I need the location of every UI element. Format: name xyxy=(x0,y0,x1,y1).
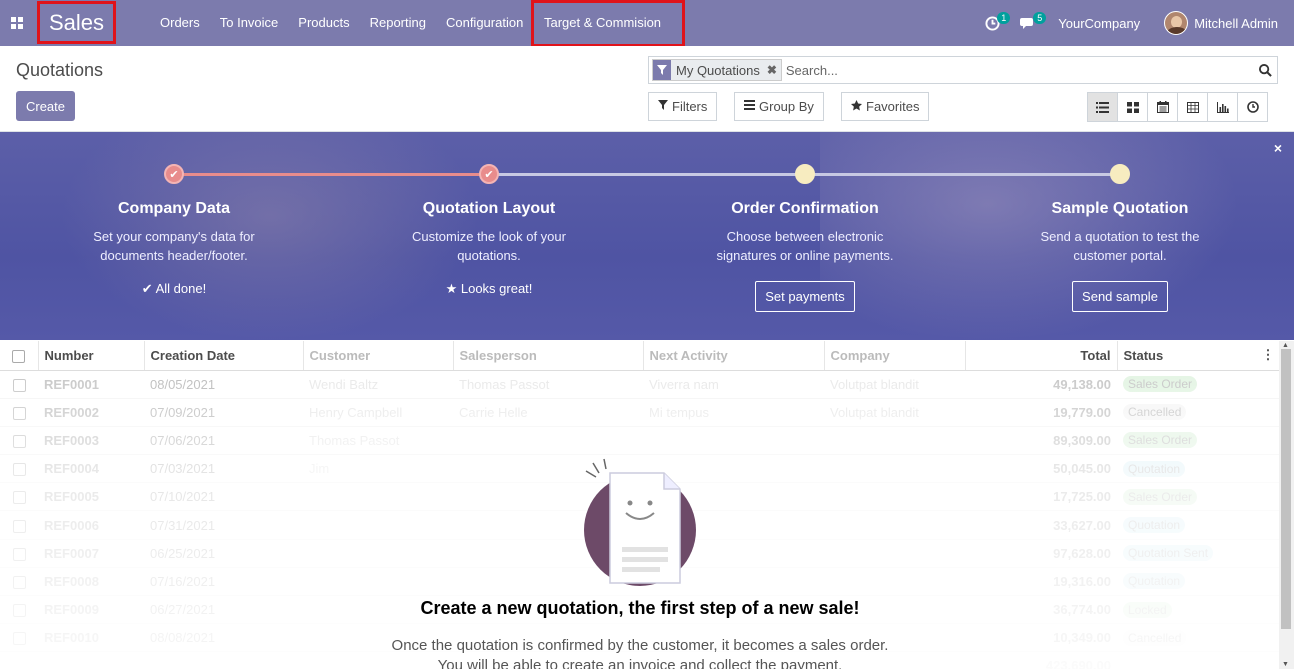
vertical-scrollbar[interactable]: ▲ ▼ xyxy=(1279,341,1294,669)
col-number[interactable]: Number xyxy=(38,341,145,371)
calendar-view-icon[interactable] xyxy=(1147,92,1178,122)
search-bar: My Quotations ✖ xyxy=(648,56,1278,84)
activity-view-icon[interactable] xyxy=(1237,92,1268,122)
filter-icon xyxy=(653,60,671,80)
search-icon[interactable] xyxy=(1253,63,1277,77)
step-title[interactable]: Sample Quotation xyxy=(990,200,1250,218)
col-next-activity[interactable]: Next Activity xyxy=(643,341,825,371)
star-icon: ★ xyxy=(445,281,461,296)
favorites-label: Favorites xyxy=(866,99,920,114)
col-status[interactable]: Status ⋮ xyxy=(1117,341,1279,371)
step-company-data: Company Data Set your company's data for… xyxy=(44,200,304,297)
helper-text: Once the quotation is confirmed by the c… xyxy=(391,637,889,669)
step-done: ✔ All done! xyxy=(141,281,207,296)
filters-button[interactable]: Filters xyxy=(648,92,718,121)
helper-title: Create a new quotation, the first step o… xyxy=(420,598,860,618)
step-description: Send a quotation to test the customer po… xyxy=(1040,229,1200,263)
step-done: ★ Looks great! xyxy=(445,281,533,296)
col-company[interactable]: Company xyxy=(824,341,966,371)
table-header: Number Creation Date Customer Salesperso… xyxy=(0,341,1279,371)
create-button[interactable]: Create xyxy=(16,91,75,121)
facet-label: My Quotations xyxy=(676,62,760,78)
search-input[interactable] xyxy=(781,62,1253,78)
app-brand[interactable]: Sales xyxy=(37,1,116,44)
menu-target-commission[interactable]: Target & Commision xyxy=(531,0,685,47)
filters-label: Filters xyxy=(672,99,708,114)
progress-line-done xyxy=(174,173,489,176)
step-description: Choose between electronic signatures or … xyxy=(716,229,894,263)
menu-configuration[interactable]: Configuration xyxy=(436,0,533,46)
messaging-menu[interactable]: 5 xyxy=(1010,0,1047,46)
step-order-confirmation: Order Confirmation Choose between electr… xyxy=(675,200,935,312)
set-payments-button[interactable]: Set payments xyxy=(755,281,855,312)
step-title[interactable]: Quotation Layout xyxy=(359,200,619,218)
filter-icon xyxy=(658,100,668,113)
step-quotation-layout: Quotation Layout Customize the look of y… xyxy=(359,200,619,297)
step-sample-quotation: Sample Quotation Send a quotation to tes… xyxy=(990,200,1250,312)
menu-orders[interactable]: Orders xyxy=(150,0,210,46)
star-icon xyxy=(851,99,862,114)
step-description: Set your company's data for documents he… xyxy=(93,229,255,263)
page-title: Quotations xyxy=(16,60,104,80)
menu-reporting[interactable]: Reporting xyxy=(360,0,436,46)
list-view-icon[interactable] xyxy=(1087,92,1118,122)
view-switcher xyxy=(1087,92,1268,122)
group-by-label: Group By xyxy=(759,99,814,114)
step-4-dot-icon xyxy=(1110,164,1130,184)
step-title[interactable]: Company Data xyxy=(44,200,304,218)
step-title[interactable]: Order Confirmation xyxy=(675,200,935,218)
check-icon: ✔ xyxy=(141,281,156,296)
step-description: Customize the look of your quotations. xyxy=(412,229,566,263)
step-3-dot-icon xyxy=(795,164,815,184)
company-switcher[interactable]: YourCompany xyxy=(1046,0,1154,46)
scroll-up-icon[interactable]: ▲ xyxy=(1282,342,1289,349)
control-panel: Quotations Create My Quotations ✖ Filter… xyxy=(0,46,1294,132)
group-by-button[interactable]: Group By xyxy=(734,92,824,121)
close-icon[interactable]: × xyxy=(1274,140,1282,156)
select-all-checkbox[interactable] xyxy=(0,341,39,371)
column-options-icon[interactable]: ⋮ xyxy=(1262,347,1275,363)
avatar xyxy=(1164,11,1189,35)
col-creation-date[interactable]: Creation Date xyxy=(144,341,304,371)
search-facet: My Quotations ✖ xyxy=(652,59,782,81)
scroll-thumb[interactable] xyxy=(1281,349,1291,629)
apps-menu-icon[interactable] xyxy=(0,0,34,46)
col-salesperson[interactable]: Salesperson xyxy=(453,341,644,371)
menu-products[interactable]: Products xyxy=(288,0,359,46)
menu-to-invoice[interactable]: To Invoice xyxy=(210,0,289,46)
bars-icon xyxy=(744,100,755,113)
send-sample-button[interactable]: Send sample xyxy=(1072,281,1168,312)
user-menu[interactable]: Mitchell Admin xyxy=(1154,0,1294,46)
pivot-view-icon[interactable] xyxy=(1177,92,1208,122)
messages-badge: 5 xyxy=(1033,12,1047,24)
activity-menu[interactable]: 1 xyxy=(975,0,1011,46)
activity-badge: 1 xyxy=(997,12,1011,24)
col-total[interactable]: Total xyxy=(965,341,1118,371)
top-navbar: Sales Orders To Invoice Products Reporti… xyxy=(0,0,1294,47)
scroll-down-icon[interactable]: ▼ xyxy=(1282,661,1289,668)
systray: 1 5 YourCompany Mitchell Admin xyxy=(975,0,1294,46)
step-2-check-icon: ✔ xyxy=(479,164,499,184)
kanban-view-icon[interactable] xyxy=(1117,92,1148,122)
document-smiley-icon xyxy=(584,458,696,586)
graph-view-icon[interactable] xyxy=(1207,92,1238,122)
onboarding-banner: × ✔ ✔ Company Data Set your company's da… xyxy=(0,132,1294,340)
col-customer[interactable]: Customer xyxy=(303,341,454,371)
step-1-check-icon: ✔ xyxy=(164,164,184,184)
user-name: Mitchell Admin xyxy=(1194,15,1278,31)
favorites-button[interactable]: Favorites xyxy=(841,92,930,121)
main-menu: Orders To Invoice Products Reporting Con… xyxy=(150,0,685,47)
facet-remove-icon[interactable]: ✖ xyxy=(763,63,781,77)
